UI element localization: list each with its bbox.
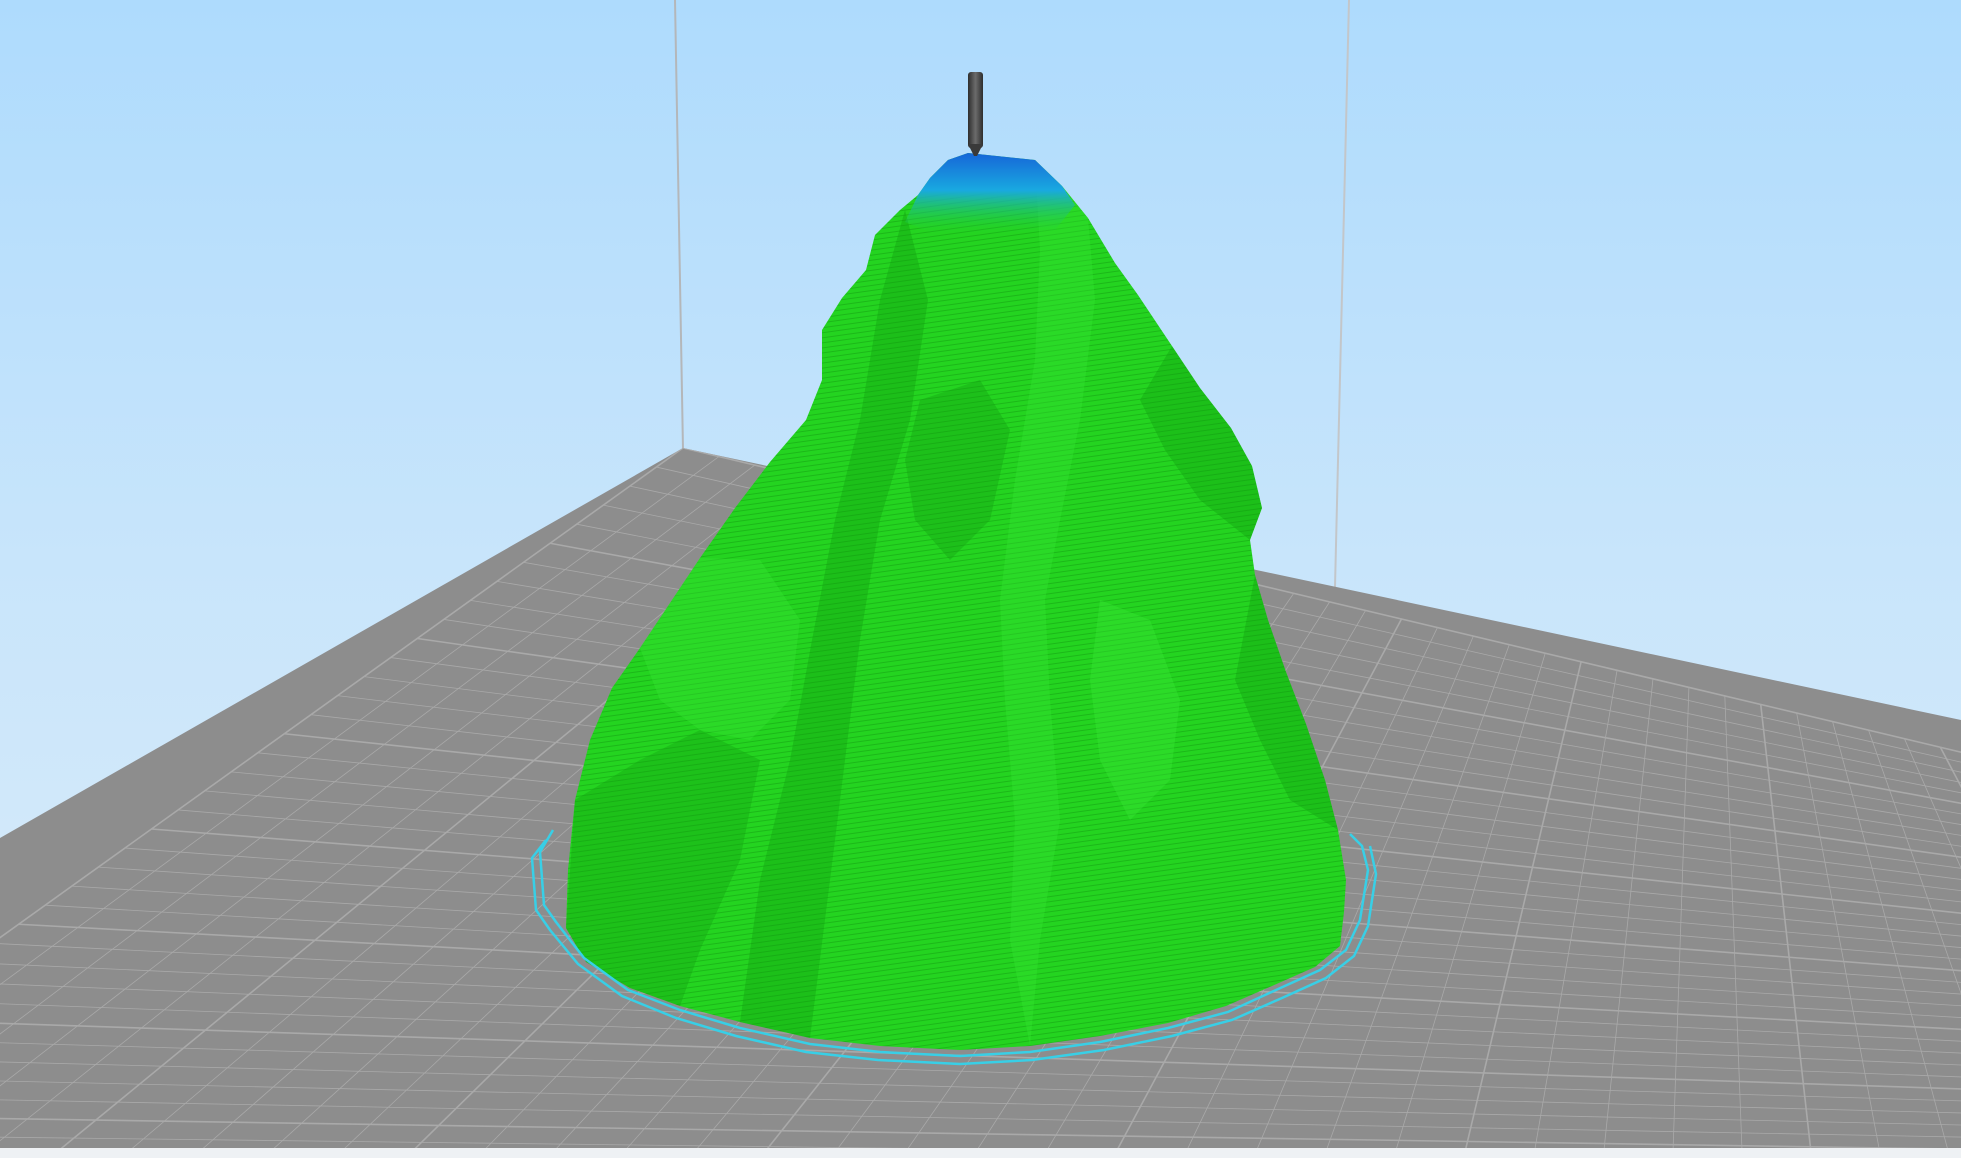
sliced-model[interactable] <box>566 153 1346 1050</box>
build-volume-edge-left <box>674 0 684 451</box>
scene-canvas[interactable] <box>0 0 1961 1158</box>
3d-viewport[interactable] <box>0 0 1961 1158</box>
model-top-layers <box>905 153 1075 236</box>
print-head-nozzle-icon <box>968 72 983 156</box>
viewport-bottom-edge <box>0 1148 1961 1158</box>
